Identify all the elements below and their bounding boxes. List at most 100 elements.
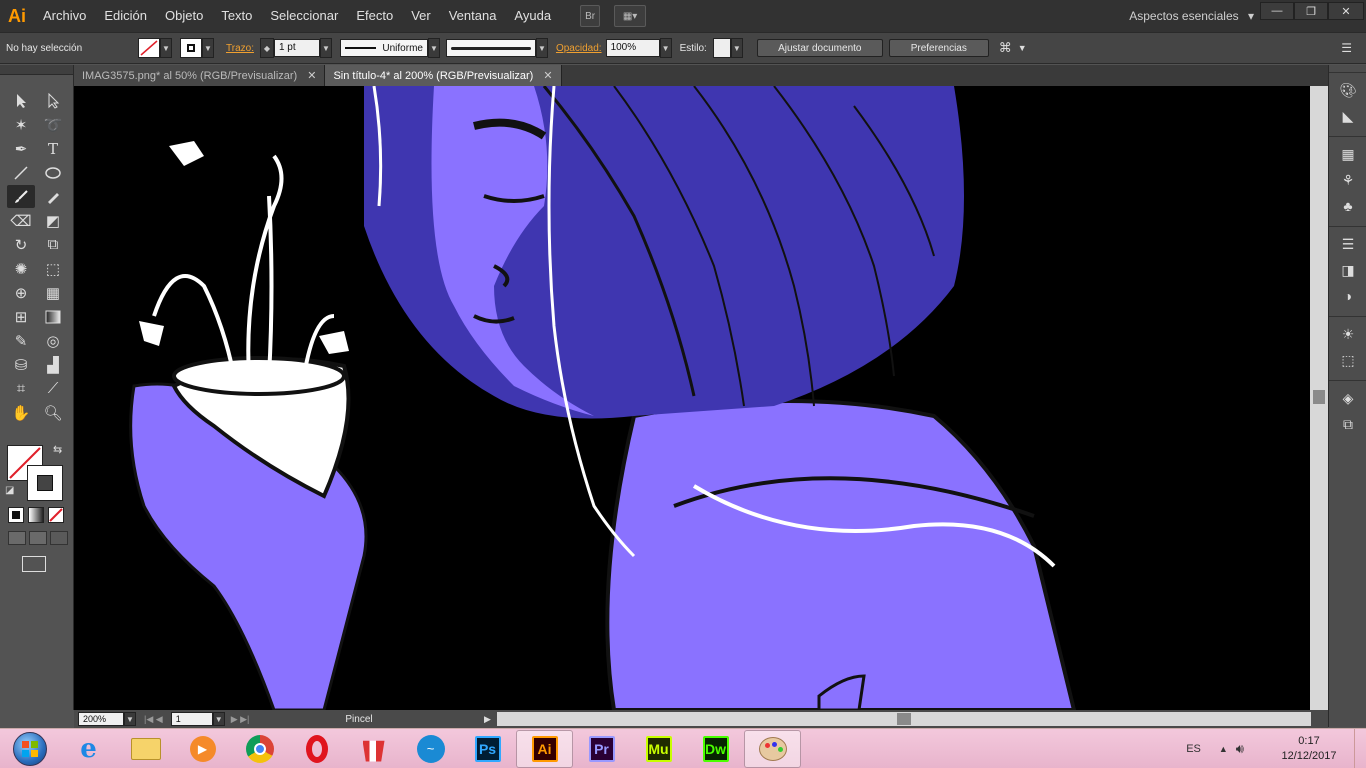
none-mode-icon[interactable] <box>48 507 64 523</box>
default-colors-icon[interactable]: ◪ <box>5 485 14 496</box>
restore-button[interactable]: ❐ <box>1294 2 1328 20</box>
opacity-panel-link[interactable]: Opacidad: <box>556 43 602 54</box>
appearance-panel-icon[interactable]: ☀ <box>1329 321 1366 347</box>
panel-menu-icon[interactable]: ☰ <box>1341 41 1352 55</box>
chevron-down-icon[interactable]: ▼ <box>319 38 332 58</box>
next-artboard-icon[interactable]: ▶ ▶| <box>231 714 250 725</box>
chevron-down-icon[interactable]: ▼ <box>160 38 172 58</box>
opacity-field[interactable]: 100% <box>605 39 660 57</box>
draw-inside-icon[interactable] <box>50 531 68 545</box>
close-icon[interactable]: ✕ <box>543 69 552 82</box>
eraser-tool-icon[interactable]: ◩ <box>39 209 67 232</box>
workspace-switcher[interactable]: Aspectos esenciales ▾ <box>1129 0 1254 32</box>
document-setup-button[interactable]: Ajustar documento <box>756 39 883 57</box>
graphic-styles-icon[interactable]: ⬚ <box>1329 347 1366 373</box>
muse-icon[interactable]: Mu <box>630 730 687 768</box>
draw-normal-icon[interactable] <box>8 531 26 545</box>
vertical-scrollbar[interactable] <box>1310 86 1328 710</box>
chevron-down-icon[interactable]: ▼ <box>659 38 672 58</box>
transparency-panel-icon[interactable]: ◑ <box>1329 283 1366 309</box>
menu-objeto[interactable]: Objeto <box>156 0 212 32</box>
slice-tool-icon[interactable]: ⟋ <box>39 377 67 400</box>
stroke-stepper[interactable]: ◆ <box>259 38 274 58</box>
symbols-icon[interactable]: ♣ <box>1329 193 1366 219</box>
stroke-panel-link[interactable]: Trazo: <box>226 43 254 54</box>
color-guide-icon[interactable]: ◣ <box>1329 103 1366 129</box>
type-tool-icon[interactable]: T <box>39 137 67 160</box>
horizontal-scrollbar[interactable] <box>497 712 1311 726</box>
chevron-down-icon[interactable]: ▼ <box>427 38 440 58</box>
scale-tool-icon[interactable]: ⧉ <box>39 233 67 256</box>
lasso-tool-icon[interactable]: ➰ <box>39 113 67 136</box>
rotate-tool-icon[interactable]: ↻ <box>7 233 35 256</box>
paintbrush-tool-icon[interactable] <box>7 185 35 208</box>
artboard-number-field[interactable]: 1 <box>170 712 213 726</box>
dreamweaver-icon[interactable]: Dw <box>687 730 744 768</box>
volume-icon[interactable]: 🔊︎ <box>1236 741 1244 757</box>
chevron-down-icon[interactable]: ▼ <box>124 712 136 726</box>
chrome-icon[interactable] <box>231 730 288 768</box>
chevron-down-icon[interactable]: ▼ <box>730 38 743 58</box>
tab-imag3575[interactable]: IMAG3575.png* al 50% (RGB/Previsualizar)… <box>74 65 326 86</box>
internet-explorer-icon[interactable]: e <box>60 730 117 768</box>
column-graph-tool-icon[interactable]: ▟ <box>39 353 67 376</box>
stroke-panel-icon[interactable]: ☰ <box>1329 231 1366 257</box>
ellipse-tool-icon[interactable] <box>39 161 67 184</box>
menu-seleccionar[interactable]: Seleccionar <box>261 0 347 32</box>
magic-wand-tool-icon[interactable]: ✶ <box>7 113 35 136</box>
pen-tool-icon[interactable]: ✒ <box>7 137 35 160</box>
zoom-tool-icon[interactable]: 🔍︎ <box>39 401 67 424</box>
skype-icon[interactable]: ~ <box>402 730 459 768</box>
premiere-icon[interactable]: Pr <box>573 730 630 768</box>
artboards-panel-icon[interactable]: ⧉ <box>1329 411 1366 437</box>
brush-definition[interactable] <box>445 39 536 57</box>
stroke-color-box[interactable] <box>27 465 63 501</box>
eyedropper-tool-icon[interactable]: ✎ <box>7 329 35 352</box>
swap-arrow-icon[interactable]: ⇆ <box>53 443 62 456</box>
close-icon[interactable]: ✕ <box>307 69 316 82</box>
draw-behind-icon[interactable] <box>29 531 47 545</box>
scroll-thumb[interactable] <box>897 713 911 725</box>
blend-tool-icon[interactable]: ◎ <box>39 329 67 352</box>
layers-panel-icon[interactable]: ◈ <box>1329 385 1366 411</box>
blob-brush-tool-icon[interactable]: ⌫ <box>7 209 35 232</box>
mesh-tool-icon[interactable]: ⊞ <box>7 305 35 328</box>
selection-tool-icon[interactable] <box>7 89 35 112</box>
artboard-canvas[interactable] <box>74 86 1310 710</box>
menu-ventana[interactable]: Ventana <box>440 0 506 32</box>
preferences-button[interactable]: Preferencias <box>888 39 989 57</box>
scroll-thumb[interactable] <box>1313 390 1325 404</box>
fill-stroke-widget[interactable]: ⇆ ◪ <box>5 443 65 503</box>
menu-texto[interactable]: Texto <box>212 0 261 32</box>
isolate-icon[interactable]: ⌘ <box>999 40 1012 56</box>
arrange-documents-button[interactable]: ▦▾ <box>614 5 647 27</box>
chevron-down-icon[interactable]: ▼ <box>212 712 225 726</box>
popcorn-icon[interactable] <box>345 730 402 768</box>
menu-edicion[interactable]: Edición <box>95 0 156 32</box>
direct-selection-tool-icon[interactable] <box>39 89 67 112</box>
color-palette-icon[interactable]: 🎨︎ <box>1329 77 1366 103</box>
artboard-tool-icon[interactable]: ⌗ <box>7 377 35 400</box>
gradient-panel-icon[interactable]: ◨ <box>1329 257 1366 283</box>
brushes-icon[interactable]: ⚘ <box>1329 167 1366 193</box>
chevron-down-icon[interactable]: ▼ <box>1018 43 1027 53</box>
status-menu-icon[interactable]: ▶ <box>484 714 491 725</box>
gradient-mode-icon[interactable] <box>28 507 44 523</box>
photoshop-icon[interactable]: Ps <box>459 730 516 768</box>
pencil-tool-icon[interactable] <box>39 185 67 208</box>
show-desktop-button[interactable] <box>1354 729 1366 768</box>
file-explorer-icon[interactable] <box>117 730 174 768</box>
clock[interactable]: 0:17 12/12/2017 <box>1264 734 1354 764</box>
menu-ver[interactable]: Ver <box>402 0 440 32</box>
gradient-tool-icon[interactable] <box>39 305 67 328</box>
opera-icon[interactable] <box>288 730 345 768</box>
show-hidden-icons-icon[interactable]: ▲ <box>1219 744 1228 754</box>
fill-swatch[interactable] <box>138 38 160 58</box>
symbol-sprayer-tool-icon[interactable]: ⛁ <box>7 353 35 376</box>
illustrator-icon[interactable]: Ai <box>516 729 573 768</box>
stroke-swatch[interactable] <box>180 38 202 58</box>
swatches-icon[interactable]: ▦ <box>1329 141 1366 167</box>
variable-width-profile[interactable]: Uniforme <box>339 39 428 57</box>
perspective-grid-tool-icon[interactable]: ▦ <box>39 281 67 304</box>
paint-icon[interactable] <box>744 729 801 768</box>
